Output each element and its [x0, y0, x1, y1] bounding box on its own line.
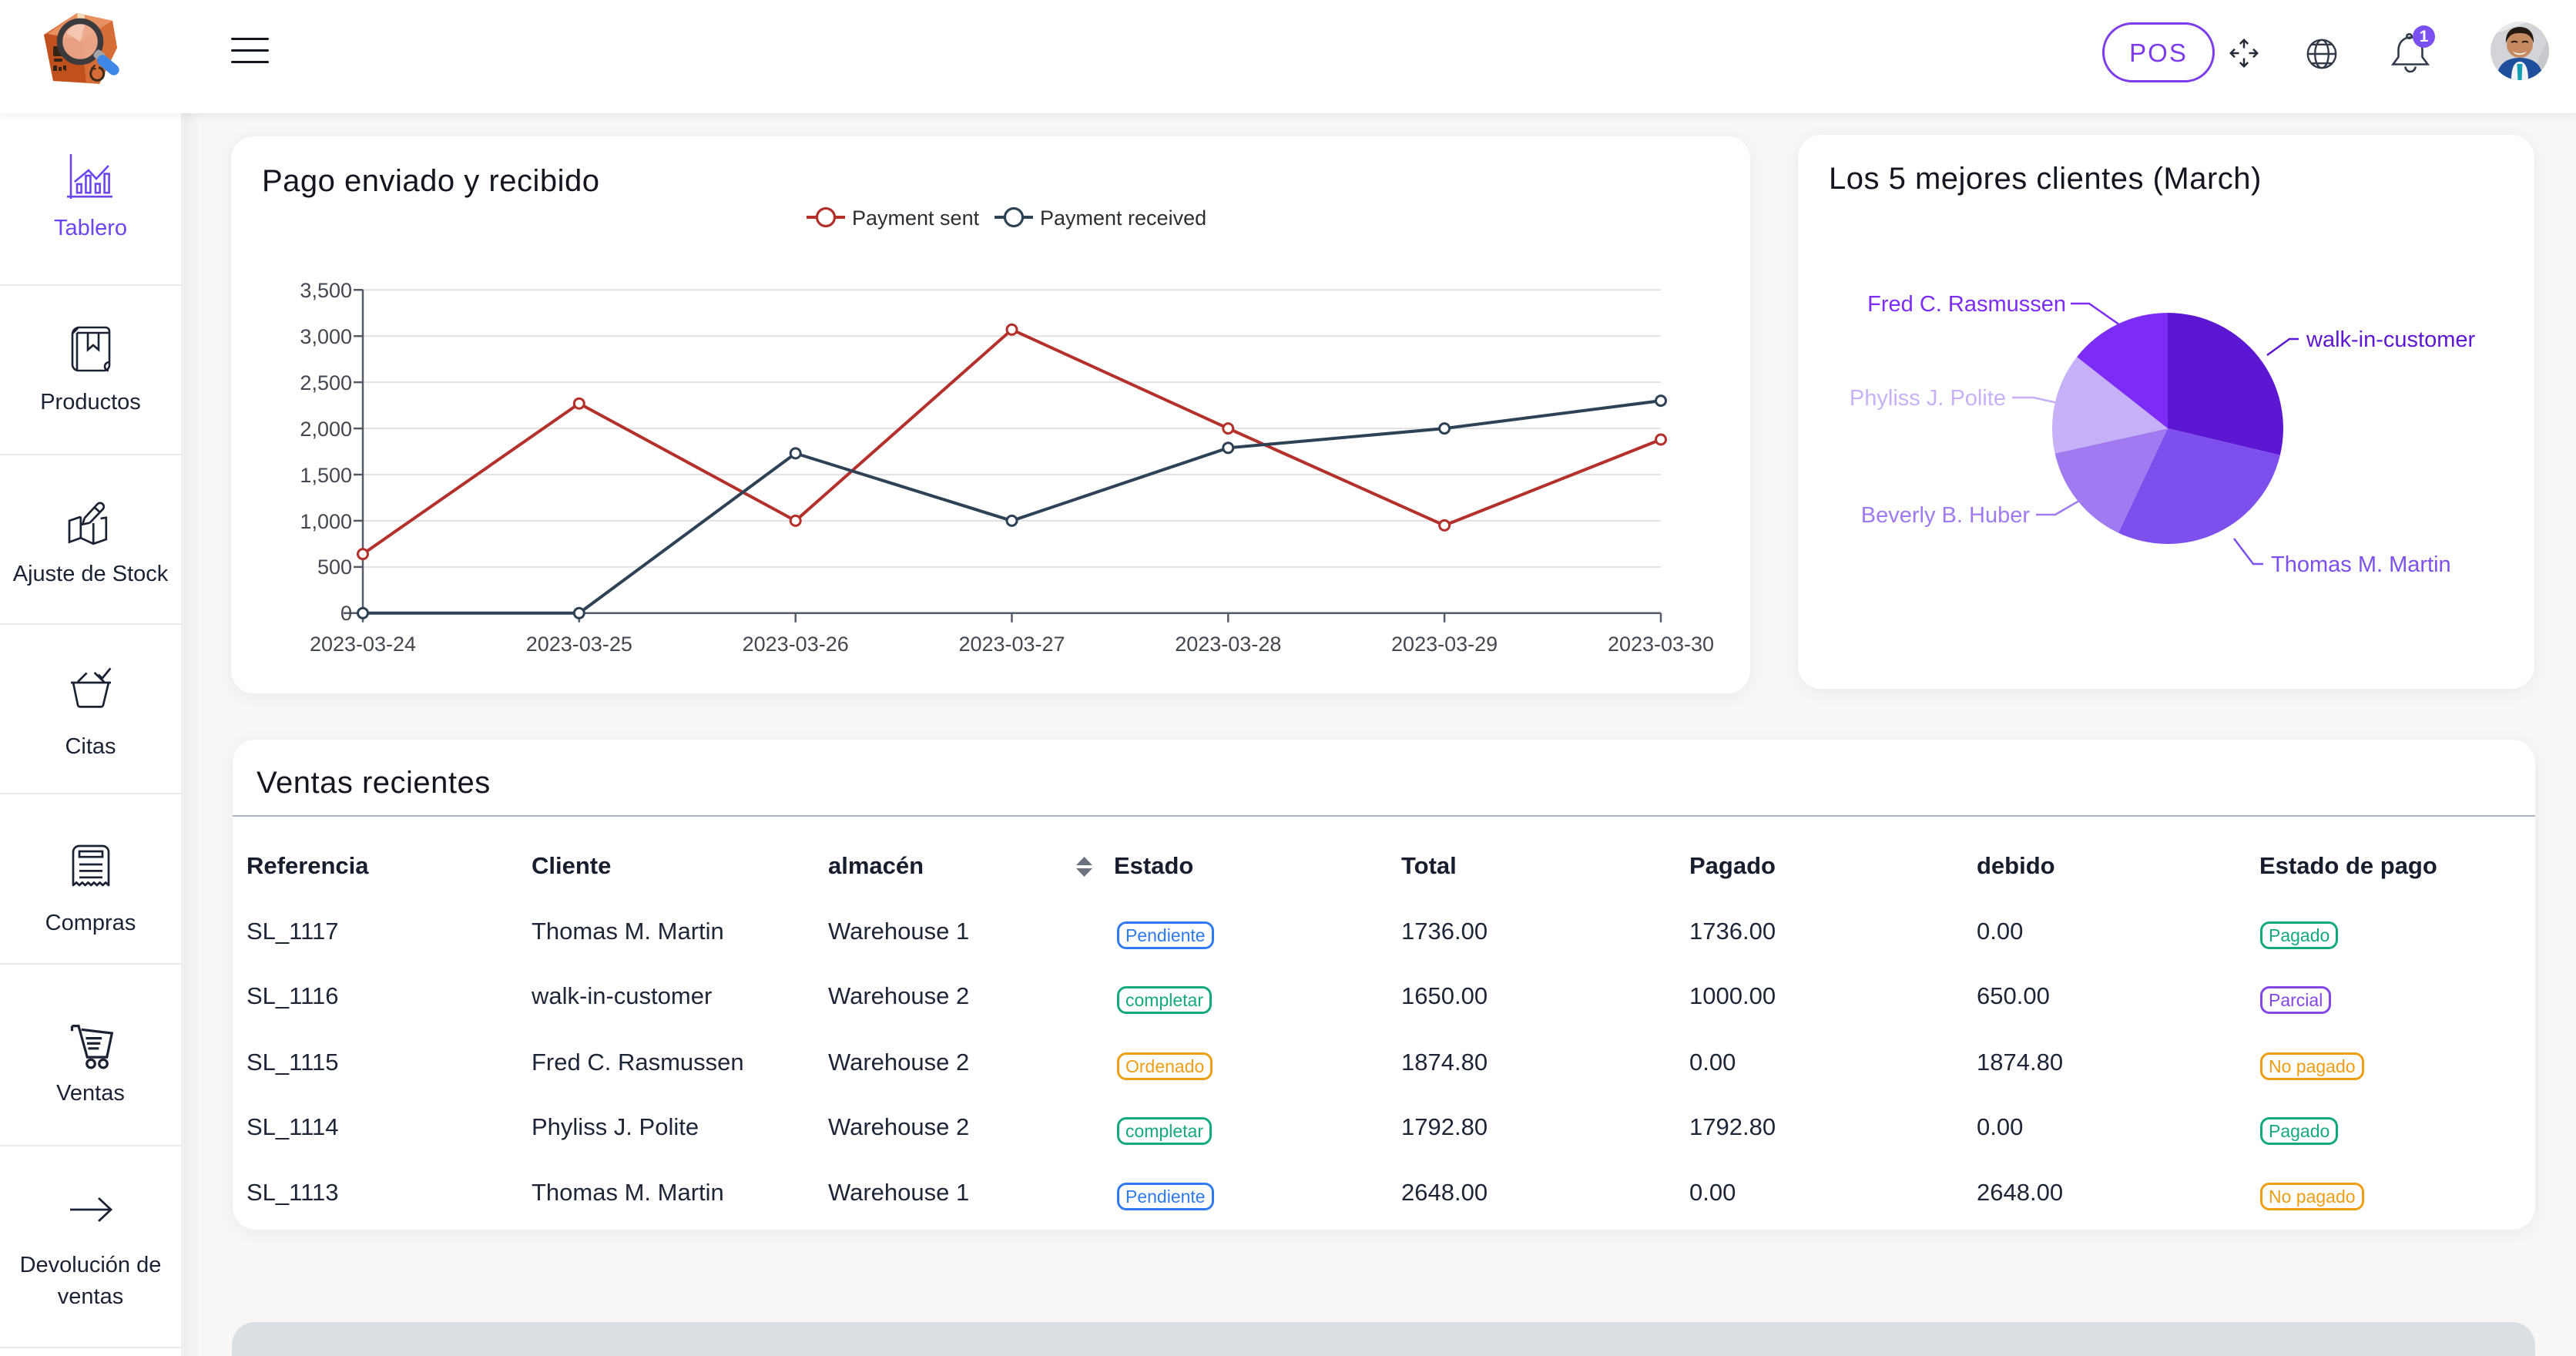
svg-text:Payment sent: Payment sent: [852, 206, 980, 230]
svg-text:3,500: 3,500: [300, 279, 352, 302]
svg-text:1,500: 1,500: [300, 464, 352, 487]
svg-text:2023-03-27: 2023-03-27: [958, 633, 1065, 656]
svg-text:2,500: 2,500: [300, 371, 352, 394]
svg-text:2023-03-26: 2023-03-26: [743, 633, 849, 656]
svg-text:500: 500: [317, 555, 352, 579]
svg-text:Fred C. Rasmussen: Fred C. Rasmussen: [1867, 292, 2066, 317]
svg-text:Beverly B. Huber: Beverly B. Huber: [1861, 503, 2031, 528]
svg-text:2023-03-30: 2023-03-30: [1608, 633, 1714, 656]
svg-text:Phyliss J. Polite: Phyliss J. Polite: [1850, 386, 2006, 411]
svg-text:2,000: 2,000: [300, 418, 352, 441]
svg-text:3,000: 3,000: [300, 325, 352, 348]
svg-text:1,000: 1,000: [300, 510, 352, 533]
svg-text:Payment received: Payment received: [1040, 206, 1206, 230]
svg-text:2023-03-29: 2023-03-29: [1391, 633, 1498, 656]
svg-text:0: 0: [340, 602, 352, 625]
svg-text:2023-03-24: 2023-03-24: [310, 633, 416, 656]
svg-text:2023-03-28: 2023-03-28: [1175, 633, 1281, 656]
svg-text:walk-in-customer: walk-in-customer: [2306, 327, 2475, 352]
svg-text:2023-03-25: 2023-03-25: [526, 633, 632, 656]
svg-text:Thomas M. Martin: Thomas M. Martin: [2271, 552, 2451, 577]
